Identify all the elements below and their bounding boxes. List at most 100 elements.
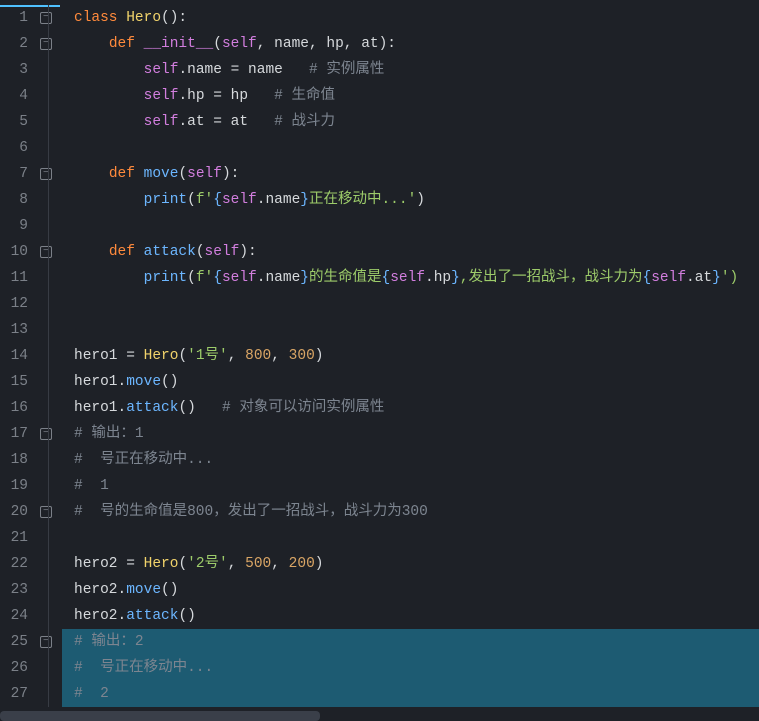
line-number[interactable]: 22 [0, 551, 28, 577]
code-line[interactable]: # 2 [62, 681, 759, 707]
line-number[interactable]: 21 [0, 525, 28, 551]
code-line[interactable]: # 1 [62, 473, 759, 499]
code-token: # 生命值 [274, 88, 335, 104]
line-number[interactable]: 17 [0, 421, 28, 447]
code-token: 300 [289, 348, 315, 364]
code-editor[interactable]: 1234567891011121314151617181920212223242… [0, 5, 759, 713]
code-line[interactable]: self.hp = hp # 生命值 [62, 83, 759, 109]
code-token: self [205, 244, 240, 260]
code-token: , [228, 348, 245, 364]
code-token: # 2 [74, 686, 109, 702]
code-token: # 输出：1 [74, 426, 144, 442]
line-number[interactable]: 5 [0, 109, 28, 135]
code-token: ,发出了一招战斗，战斗力为 [460, 270, 643, 286]
line-number[interactable]: 23 [0, 577, 28, 603]
line-number[interactable]: 7 [0, 161, 28, 187]
line-number[interactable]: 3 [0, 57, 28, 83]
code-token: } [300, 270, 309, 286]
code-token: '2号' [187, 556, 228, 572]
line-number[interactable]: 4 [0, 83, 28, 109]
fold-toggle-icon[interactable]: − [40, 246, 52, 258]
code-token: # 号正在移动中... [74, 660, 213, 676]
line-number[interactable]: 15 [0, 369, 28, 395]
code-line[interactable] [62, 135, 759, 161]
fold-column[interactable]: − − − − − − − [36, 5, 62, 713]
code-line[interactable]: def move(self): [62, 161, 759, 187]
line-number[interactable]: 1 [0, 5, 28, 31]
code-token: () [161, 582, 178, 598]
code-line[interactable]: def __init__(self, name, hp, at): [62, 31, 759, 57]
code-token: Hero [126, 10, 161, 26]
code-line[interactable]: # 号的生命值是800，发出了一招战斗，战斗力为300 [62, 499, 759, 525]
code-token: self [144, 114, 179, 130]
horizontal-scrollbar[interactable] [0, 711, 759, 721]
fold-toggle-icon[interactable]: − [40, 636, 52, 648]
code-token: { [213, 270, 222, 286]
code-token: self [651, 270, 686, 286]
code-token: move [126, 582, 161, 598]
code-token: def [109, 36, 144, 52]
code-token: self [222, 192, 257, 208]
code-line[interactable]: hero2 = Hero('2号', 500, 200) [62, 551, 759, 577]
code-token: # 号的生命值是800，发出了一招战斗，战斗力为300 [74, 504, 428, 520]
line-number[interactable]: 24 [0, 603, 28, 629]
code-token: Hero [144, 348, 179, 364]
code-token: ( [187, 192, 196, 208]
code-line[interactable]: def attack(self): [62, 239, 759, 265]
line-number[interactable]: 8 [0, 187, 28, 213]
line-number[interactable]: 2 [0, 31, 28, 57]
line-number-gutter[interactable]: 1234567891011121314151617181920212223242… [0, 5, 36, 713]
code-line[interactable]: self.name = name # 实例属性 [62, 57, 759, 83]
code-line[interactable] [62, 525, 759, 551]
code-line[interactable]: # 号正在移动中... [62, 447, 759, 473]
code-line[interactable]: # 输出：1 [62, 421, 759, 447]
line-number[interactable]: 26 [0, 655, 28, 681]
code-token: hero2. [74, 608, 126, 624]
line-number[interactable]: 9 [0, 213, 28, 239]
line-number[interactable]: 12 [0, 291, 28, 317]
code-line[interactable]: self.at = at # 战斗力 [62, 109, 759, 135]
scrollbar-thumb[interactable] [0, 711, 320, 721]
line-number[interactable]: 10 [0, 239, 28, 265]
line-number[interactable]: 13 [0, 317, 28, 343]
code-line[interactable]: print(f'{self.name}的生命值是{self.hp},发出了一招战… [62, 265, 759, 291]
line-number[interactable]: 20 [0, 499, 28, 525]
code-token: self [222, 270, 257, 286]
fold-toggle-icon[interactable]: − [40, 506, 52, 518]
code-token: .hp [425, 270, 451, 286]
code-line[interactable]: hero1 = Hero('1号', 800, 300) [62, 343, 759, 369]
line-number[interactable]: 19 [0, 473, 28, 499]
code-token: def [109, 244, 144, 260]
line-number[interactable]: 14 [0, 343, 28, 369]
code-line[interactable]: print(f'{self.name}正在移动中...') [62, 187, 759, 213]
code-line[interactable] [62, 213, 759, 239]
code-line[interactable]: # 号正在移动中... [62, 655, 759, 681]
code-token: , [271, 556, 288, 572]
line-number[interactable]: 11 [0, 265, 28, 291]
line-number[interactable]: 25 [0, 629, 28, 655]
code-token: ( [178, 556, 187, 572]
code-token: hero1 = [74, 348, 144, 364]
code-line[interactable] [62, 291, 759, 317]
code-line[interactable]: # 输出：2 [62, 629, 759, 655]
fold-toggle-icon[interactable]: − [40, 12, 52, 24]
line-number[interactable]: 27 [0, 681, 28, 707]
code-line[interactable]: class Hero(): [62, 5, 759, 31]
fold-toggle-icon[interactable]: − [40, 168, 52, 180]
code-token: print [144, 270, 188, 286]
code-token: ( [187, 270, 196, 286]
code-line[interactable]: hero1.move() [62, 369, 759, 395]
line-number[interactable]: 6 [0, 135, 28, 161]
code-token: hero1. [74, 374, 126, 390]
code-line[interactable] [62, 317, 759, 343]
code-line[interactable]: hero2.move() [62, 577, 759, 603]
fold-toggle-icon[interactable]: − [40, 38, 52, 50]
code-token: 200 [289, 556, 315, 572]
code-area[interactable]: class Hero(): def __init__(self, name, h… [62, 5, 759, 713]
code-line[interactable]: hero2.attack() [62, 603, 759, 629]
code-line[interactable]: hero1.attack() # 对象可以访问实例属性 [62, 395, 759, 421]
code-token [74, 244, 109, 260]
fold-toggle-icon[interactable]: − [40, 428, 52, 440]
line-number[interactable]: 16 [0, 395, 28, 421]
line-number[interactable]: 18 [0, 447, 28, 473]
